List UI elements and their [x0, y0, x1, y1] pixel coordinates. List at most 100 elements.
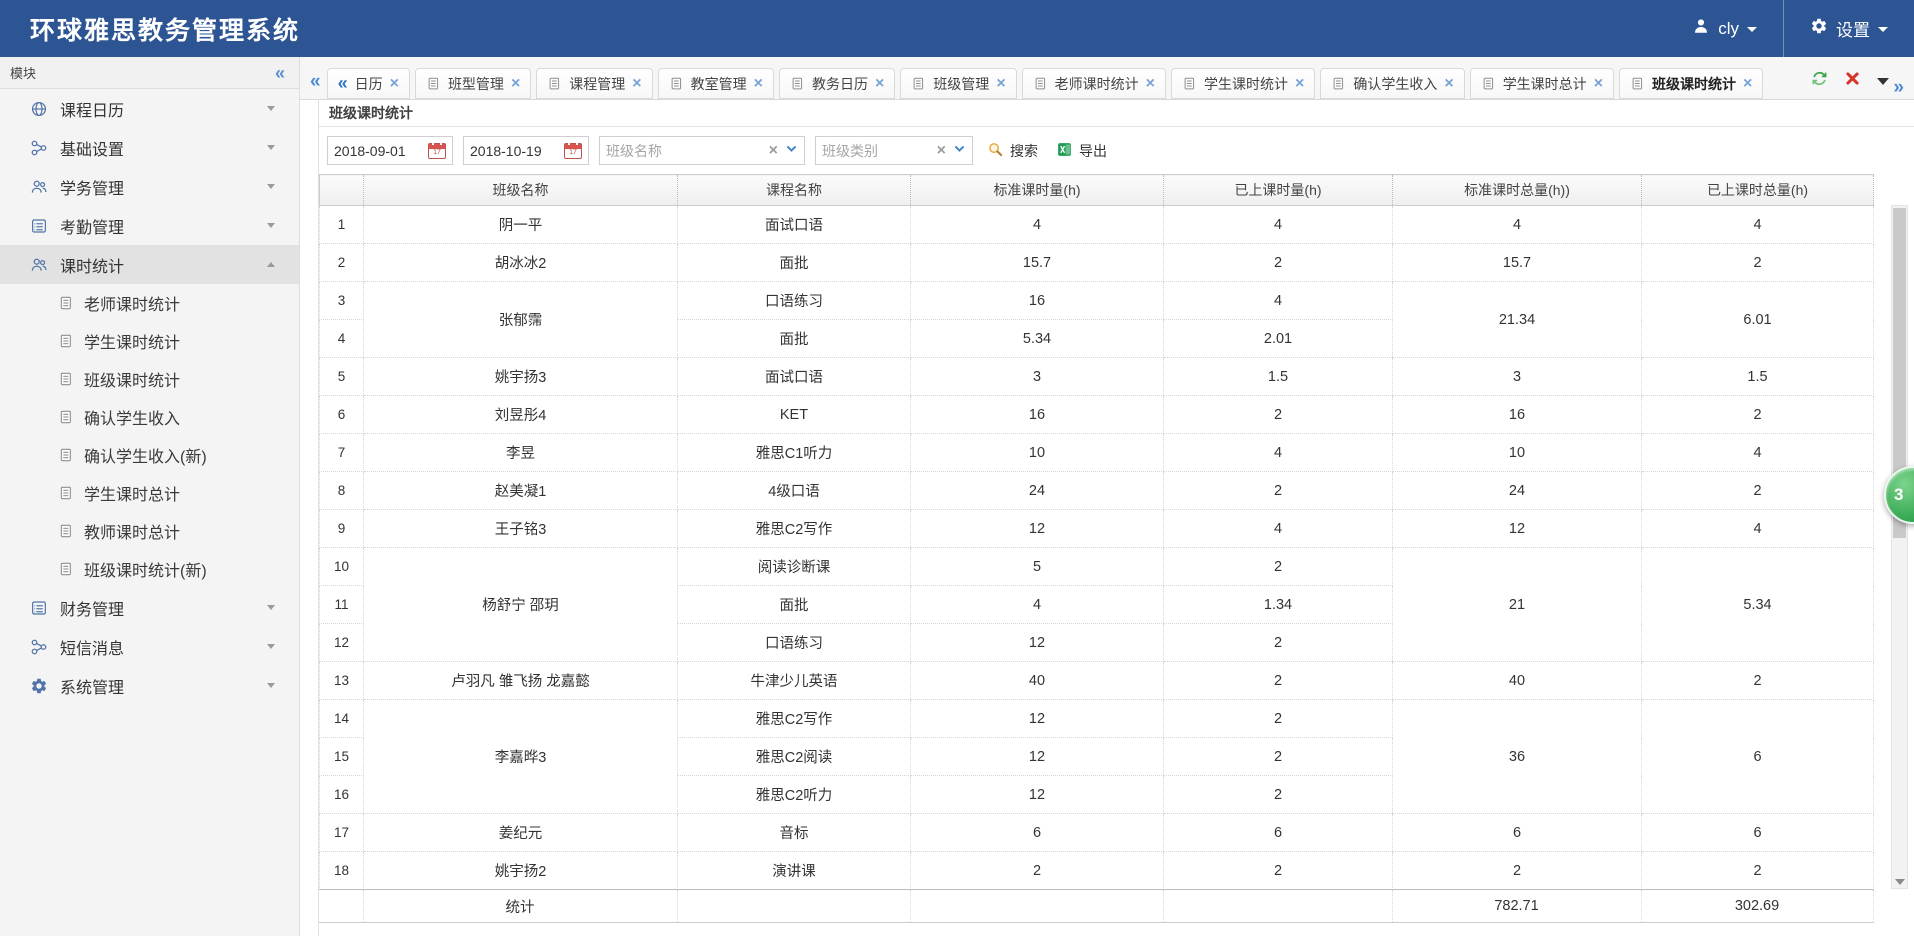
column-header[interactable]: 课程名称	[678, 175, 911, 206]
clear-icon[interactable]: ×	[937, 143, 946, 159]
badge-text: 3	[1894, 485, 1903, 505]
sidebar-subitem[interactable]: 老师课时统计	[0, 284, 299, 322]
table-row[interactable]: 17姜纪元音标6666	[320, 814, 1874, 852]
close-icon[interactable]: ×	[1743, 76, 1752, 92]
class-name-combobox[interactable]: 班级名称 ×	[599, 136, 805, 165]
tab[interactable]: 教室管理×	[658, 68, 774, 99]
date-to-input[interactable]: 2018-10-19	[463, 136, 589, 165]
std-total-cell: 16	[1393, 396, 1642, 434]
class-type-combobox[interactable]: 班级类别 ×	[815, 136, 973, 165]
sidebar-subitem[interactable]: 学生课时统计	[0, 322, 299, 360]
sidebar-item[interactable]: 财务管理	[0, 588, 299, 627]
table-row[interactable]: 10杨舒宁 邵玥阅读诊断课52215.34	[320, 548, 1874, 586]
course-name-cell: 面批	[678, 244, 911, 282]
date-from-input[interactable]: 2018-09-01	[327, 136, 453, 165]
sidebar-subitem[interactable]: 教师课时总计	[0, 512, 299, 550]
sidebar-item[interactable]: 考勤管理	[0, 206, 299, 245]
sidebar-item[interactable]: 短信消息	[0, 627, 299, 666]
close-icon[interactable]: ×	[1295, 76, 1304, 92]
close-icon[interactable]: ×	[390, 76, 399, 92]
close-icon[interactable]: ×	[511, 76, 520, 92]
done-hours-cell: 1.5	[1164, 358, 1393, 396]
chevron-down-icon[interactable]	[785, 142, 798, 160]
sidebar-subitem[interactable]: 确认学生收入	[0, 398, 299, 436]
sidebar-item[interactable]: 课时统计	[0, 245, 299, 284]
sidebar-item[interactable]: 课程日历	[0, 89, 299, 128]
table-row[interactable]: 9王子铭3雅思C2写作124124	[320, 510, 1874, 548]
close-icon[interactable]: ×	[632, 76, 641, 92]
sidebar-subitem[interactable]: 确认学生收入(新)	[0, 436, 299, 474]
settings-label: 设置	[1836, 16, 1870, 41]
table-row[interactable]: 5姚宇扬3面试口语31.531.5	[320, 358, 1874, 396]
done-hours-cell: 2	[1164, 738, 1393, 776]
close-icon[interactable]: ×	[1444, 76, 1453, 92]
close-all-tabs-icon[interactable]	[1844, 70, 1861, 92]
table-row[interactable]: 18姚宇扬2演讲课2222	[320, 852, 1874, 890]
tab[interactable]: 班级管理×	[900, 68, 1016, 99]
tab[interactable]: 老师课时统计×	[1022, 68, 1166, 99]
scroll-tabs-left-icon[interactable]: «	[306, 71, 327, 99]
scroll-down-arrow-icon[interactable]	[1895, 879, 1905, 885]
refresh-tab-icon[interactable]	[1811, 70, 1828, 92]
column-header[interactable]: 已上课时量(h)	[1164, 175, 1393, 206]
chevron-down-icon	[267, 605, 275, 610]
column-header[interactable]	[320, 175, 364, 206]
table-row[interactable]: 13卢羽凡 雏飞扬 龙嘉懿牛津少儿英语402402	[320, 662, 1874, 700]
tab-actions-arrow-icon[interactable]	[1877, 78, 1889, 85]
settings-menu[interactable]: 设置	[1784, 0, 1914, 57]
clear-icon[interactable]: ×	[769, 143, 778, 159]
vertical-scrollbar[interactable]	[1891, 205, 1908, 889]
close-icon[interactable]: ×	[996, 76, 1005, 92]
sidebar-subitem[interactable]: 班级课时统计	[0, 360, 299, 398]
sidebar-item[interactable]: 系统管理	[0, 666, 299, 705]
column-header[interactable]: 标准课时总量(h))	[1393, 175, 1642, 206]
close-icon[interactable]: ×	[1594, 76, 1603, 92]
user-name: cly	[1718, 19, 1739, 39]
close-icon[interactable]: ×	[754, 76, 763, 92]
table-row[interactable]: 14李嘉晔3雅思C2写作122366	[320, 700, 1874, 738]
sidebar: 模块 « 课程日历基础设置学务管理考勤管理课时统计老师课时统计学生课时统计班级课…	[0, 57, 300, 936]
export-button[interactable]: 导出	[1052, 141, 1111, 161]
calendar-icon[interactable]	[564, 143, 582, 159]
tab[interactable]: 班级课时统计×	[1619, 68, 1763, 99]
table-row[interactable]: 6刘昱彤4KET162162	[320, 396, 1874, 434]
scroll-tabs-right-icon[interactable]: »	[1893, 77, 1904, 99]
summary-row: 统计782.71302.69	[319, 890, 1873, 923]
collapse-sidebar-icon[interactable]: «	[275, 64, 285, 82]
calendar-icon[interactable]	[428, 143, 446, 159]
done-hours-cell: 2	[1164, 472, 1393, 510]
row-number: 9	[320, 510, 364, 548]
scroll-left-icon[interactable]: «	[338, 73, 348, 94]
tab[interactable]: 课程管理×	[536, 68, 652, 99]
table-row[interactable]: 2胡冰冰2面批15.7215.72	[320, 244, 1874, 282]
course-name-cell: 面批	[678, 320, 911, 358]
sidebar-subitem[interactable]: 班级课时统计(新)	[0, 550, 299, 588]
class-name-cell: 胡冰冰2	[364, 244, 678, 282]
table-row[interactable]: 8赵美凝14级口语242242	[320, 472, 1874, 510]
user-menu[interactable]: cly	[1666, 0, 1783, 57]
table-row[interactable]: 7李昱雅思C1听力104104	[320, 434, 1874, 472]
sidebar-item[interactable]: 学务管理	[0, 167, 299, 206]
search-button[interactable]: 搜索	[983, 141, 1042, 161]
sidebar-item[interactable]: 基础设置	[0, 128, 299, 167]
column-header[interactable]: 班级名称	[364, 175, 678, 206]
row-number: 14	[320, 700, 364, 738]
std-total-cell: 2	[1393, 852, 1642, 890]
tab[interactable]: 学生课时统计×	[1171, 68, 1315, 99]
close-icon[interactable]: ×	[875, 76, 884, 92]
column-header[interactable]: 标准课时量(h)	[911, 175, 1164, 206]
tab[interactable]: 班型管理×	[415, 68, 531, 99]
tab[interactable]: 教务日历×	[779, 68, 895, 99]
nodes-icon	[30, 139, 48, 157]
tab[interactable]: 确认学生收入×	[1320, 68, 1464, 99]
std-total-cell: 15.7	[1393, 244, 1642, 282]
column-header[interactable]: 已上课时总量(h)	[1642, 175, 1874, 206]
tab[interactable]: «日历×	[327, 68, 410, 99]
tab[interactable]: 学生课时总计×	[1470, 68, 1614, 99]
close-icon[interactable]: ×	[1146, 76, 1155, 92]
sidebar-subitem[interactable]: 学生课时总计	[0, 474, 299, 512]
table-row[interactable]: 1阴一平面试口语4444	[320, 206, 1874, 244]
std-total-cell: 36	[1393, 700, 1642, 814]
table-row[interactable]: 3张郁霈口语练习16421.346.01	[320, 282, 1874, 320]
chevron-down-icon[interactable]	[953, 142, 966, 160]
